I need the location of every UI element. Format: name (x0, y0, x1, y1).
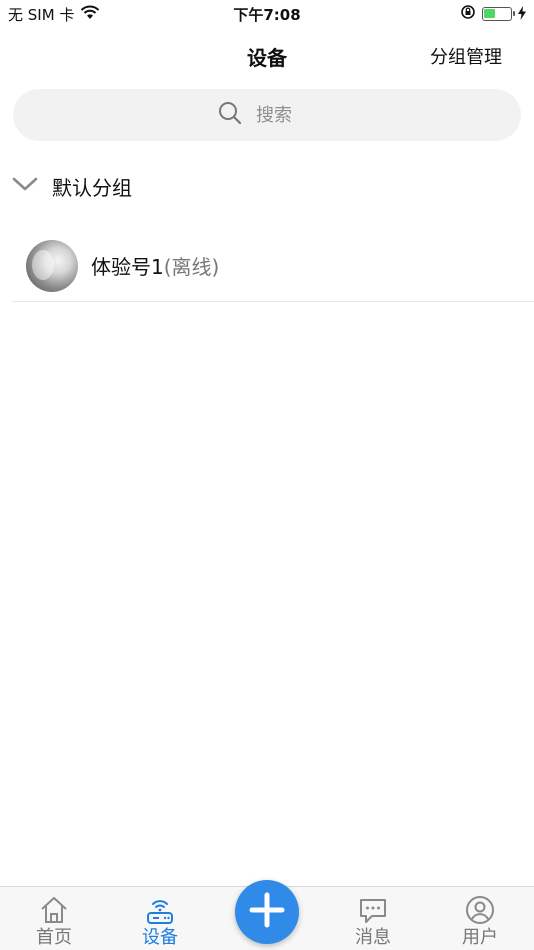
search-icon (218, 101, 242, 129)
tab-home[interactable]: 首页 (14, 895, 94, 949)
router-icon (120, 895, 200, 925)
battery-level (484, 9, 495, 18)
tab-messages-label: 消息 (355, 927, 391, 948)
charging-icon (518, 5, 526, 24)
rotation-lock-icon (460, 4, 476, 24)
group-title: 默认分组 (52, 175, 132, 200)
device-row[interactable]: 体验号1 (离线) (12, 230, 534, 302)
home-icon (14, 895, 94, 925)
tab-user[interactable]: 用户 (440, 895, 520, 949)
search-bar[interactable] (13, 89, 521, 141)
tab-user-label: 用户 (462, 927, 498, 948)
tab-home-label: 首页 (36, 927, 72, 948)
status-time: 下午7:08 (233, 6, 301, 24)
tab-messages[interactable]: 消息 (333, 895, 413, 949)
search-input[interactable] (256, 104, 316, 126)
group-header[interactable]: 默认分组 (12, 166, 132, 206)
battery-icon (482, 7, 515, 21)
tab-bar: 首页 设备 消息 用户 (0, 880, 534, 950)
user-icon (440, 895, 520, 925)
tab-devices-label: 设备 (142, 927, 178, 948)
plus-icon (248, 891, 286, 933)
message-icon (333, 895, 413, 925)
nav-bar: 设备 分组管理 (0, 34, 534, 78)
tab-devices[interactable]: 设备 (120, 895, 200, 949)
device-avatar (26, 239, 78, 292)
device-status: (离线) (163, 255, 220, 279)
device-name: 体验号1 (91, 255, 164, 279)
status-right (460, 4, 526, 24)
status-bar: 无 SIM 卡 下午7:08 (0, 0, 534, 28)
add-button[interactable] (235, 880, 299, 944)
chevron-down-icon (12, 176, 38, 196)
group-management-button[interactable]: 分组管理 (430, 43, 502, 69)
